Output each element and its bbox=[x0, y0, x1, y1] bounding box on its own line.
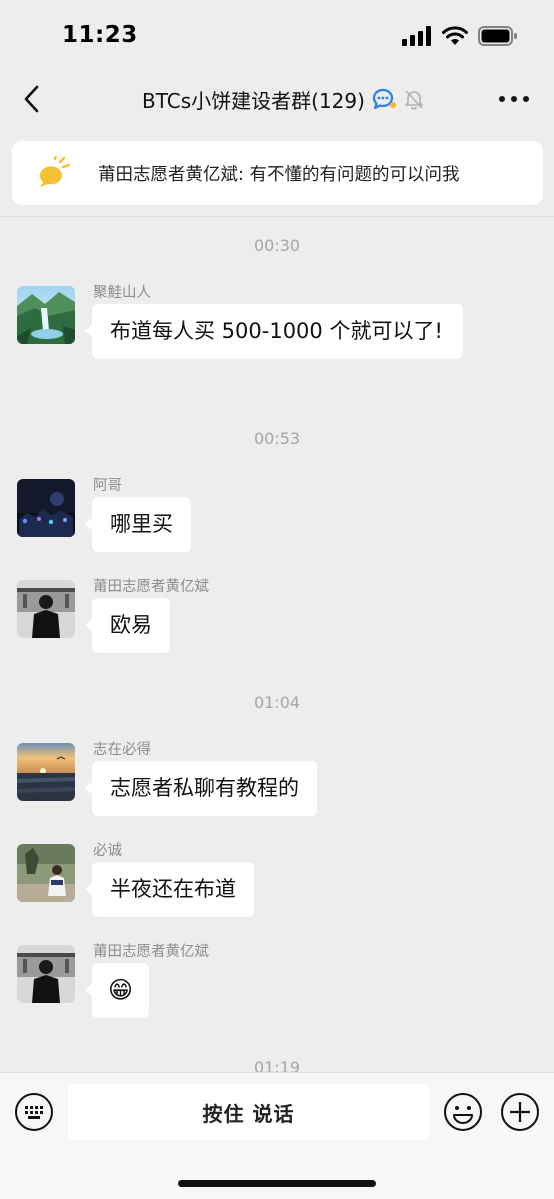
message-bubble[interactable]: 欧易 bbox=[85, 598, 170, 653]
avatar[interactable] bbox=[17, 844, 75, 902]
page-title: BTCs小饼建设者群(129) bbox=[142, 88, 365, 113]
home-indicator bbox=[178, 1180, 376, 1187]
chevron-left-icon[interactable] bbox=[18, 82, 46, 116]
nav-title-group[interactable]: BTCs小饼建设者群(129) bbox=[142, 83, 425, 115]
status-bar: 11:23 bbox=[0, 0, 554, 68]
keyboard-icon[interactable] bbox=[14, 1092, 54, 1132]
timestamp: 00:30 bbox=[253, 236, 301, 255]
mute-bell-icon bbox=[405, 90, 423, 110]
more-dots-icon[interactable] bbox=[498, 94, 530, 104]
avatar[interactable] bbox=[17, 286, 75, 344]
sender-name: 莆田志愿者黄亿斌 bbox=[93, 579, 209, 595]
sender-name: 志在必得 bbox=[93, 742, 151, 758]
plus-icon[interactable] bbox=[500, 1092, 540, 1132]
wifi-icon bbox=[442, 26, 468, 45]
avatar[interactable] bbox=[17, 580, 75, 638]
announcement-bubble-icon bbox=[39, 156, 71, 187]
sender-name: 阿哥 bbox=[93, 478, 122, 494]
avatar[interactable] bbox=[17, 743, 75, 801]
message-bubble[interactable]: 布道每人买 500-1000 个就可以了! bbox=[85, 304, 463, 359]
announcement-text: 莆田志愿者黄亿斌: 有不懂的有问题的可以问我 bbox=[98, 165, 460, 185]
status-time: 11:23 bbox=[62, 22, 138, 48]
message-bubble[interactable]: 哪里买 bbox=[85, 497, 191, 552]
hold-to-talk-button[interactable]: 按住 说话 bbox=[68, 1084, 429, 1140]
emoji-icon[interactable] bbox=[443, 1092, 483, 1132]
battery-icon bbox=[478, 26, 517, 46]
divider bbox=[0, 216, 554, 217]
timestamp: 00:53 bbox=[253, 429, 301, 448]
timestamp: 01:04 bbox=[253, 693, 301, 712]
avatar[interactable] bbox=[17, 479, 75, 537]
message-bubble[interactable]: 半夜还在布道 bbox=[85, 862, 254, 917]
nav-bar: BTCs小饼建设者群(129) bbox=[0, 68, 554, 130]
status-icons bbox=[402, 25, 518, 47]
avatar[interactable] bbox=[17, 945, 75, 1003]
message-bubble[interactable]: 志愿者私聊有教程的 bbox=[85, 761, 317, 816]
sender-name: 莆田志愿者黄亿斌 bbox=[93, 944, 209, 960]
group-announcement[interactable]: 莆田志愿者黄亿斌: 有不懂的有问题的可以问我 bbox=[12, 141, 543, 205]
sender-name: 必诚 bbox=[93, 843, 122, 859]
emoji-message-bubble[interactable]: 😁 bbox=[84, 963, 150, 1018]
group-chat-bubble-icon bbox=[372, 88, 396, 110]
cellular-signal-icon bbox=[402, 26, 431, 46]
chat-screen: 11:23 BTCs小饼建设者群(129) 莆田志愿者黄亿斌: 有不懂的有问题的… bbox=[0, 0, 554, 1199]
sender-name: 聚鮭山人 bbox=[93, 285, 151, 301]
